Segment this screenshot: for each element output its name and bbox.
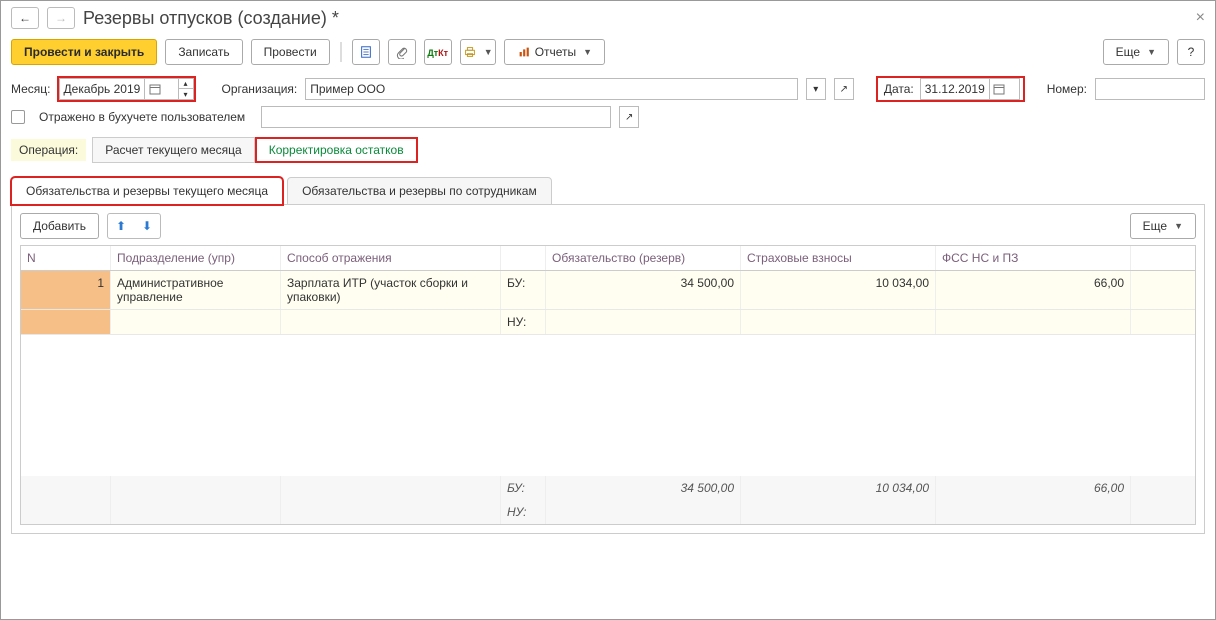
divider	[340, 42, 342, 62]
cell-n: 1	[21, 271, 111, 309]
cell-dept: Административное управление	[111, 271, 281, 309]
foot-insurance: 10 034,00	[741, 476, 936, 500]
more-button[interactable]: Еще▼	[1103, 39, 1169, 65]
nav-back-button[interactable]: ←	[11, 7, 39, 29]
month-label: Месяц:	[11, 82, 51, 96]
cell-insurance2	[741, 310, 936, 334]
caret-down-icon: ▼	[1147, 47, 1156, 57]
col-blank	[501, 246, 546, 270]
document-icon-button[interactable]	[352, 39, 380, 65]
post-button[interactable]: Провести	[251, 39, 330, 65]
caret-down-icon: ▼	[484, 47, 493, 57]
dtkt-icon: ДтКт	[427, 45, 448, 59]
org-input[interactable]: Пример ООО	[305, 78, 798, 100]
spinner-up-icon[interactable]: ▴	[179, 79, 193, 89]
number-label: Номер:	[1047, 82, 1087, 96]
org-open-button[interactable]: ↗	[834, 78, 854, 100]
col-insurance[interactable]: Страховые взносы	[741, 246, 936, 270]
save-button[interactable]: Записать	[165, 39, 242, 65]
document-icon	[359, 45, 373, 59]
spinner-down-icon[interactable]: ▾	[179, 89, 193, 99]
cell-bu-label: БУ:	[501, 271, 546, 309]
table-row[interactable]: НУ:	[21, 310, 1195, 335]
cell-fss: 66,00	[936, 271, 1131, 309]
print-dropdown-button[interactable]: ▼	[460, 39, 496, 65]
number-input[interactable]	[1095, 78, 1205, 100]
cell-liability: 34 500,00	[546, 271, 741, 309]
foot-liability: 34 500,00	[546, 476, 741, 500]
reflected-input[interactable]	[261, 106, 611, 128]
post-and-close-button[interactable]: Провести и закрыть	[11, 39, 157, 65]
date-field-wrap: Дата: 31.12.2019	[878, 78, 1023, 100]
month-field-wrap: Декабрь 2019 ▴ ▾	[59, 78, 194, 100]
cell-method2	[281, 310, 501, 334]
foot-liability-nu	[546, 500, 741, 524]
calendar-icon[interactable]	[144, 79, 164, 99]
paperclip-icon	[395, 45, 409, 59]
reflected-open-button[interactable]: ↗	[619, 106, 639, 128]
tab-by-employees[interactable]: Обязательства и резервы по сотрудникам	[287, 177, 552, 205]
move-up-button[interactable]: ⬆	[109, 215, 133, 237]
cell-n2	[21, 310, 111, 334]
col-n[interactable]: N	[21, 246, 111, 270]
org-dropdown-button[interactable]: ▾	[806, 78, 826, 100]
cell-nu-label: НУ:	[501, 310, 546, 334]
print-icon	[463, 45, 477, 59]
dtkt-button[interactable]: ДтКт	[424, 39, 452, 65]
help-button[interactable]: ?	[1177, 39, 1205, 65]
cell-fss2	[936, 310, 1131, 334]
foot-fss: 66,00	[936, 476, 1131, 500]
grid-more-button[interactable]: Еще▼	[1130, 213, 1196, 239]
reflected-label: Отражено в бухучете пользователем	[39, 110, 245, 124]
op-correct-button[interactable]: Корректировка остатков	[255, 137, 418, 163]
move-down-button[interactable]: ⬇	[135, 215, 159, 237]
month-value: Декабрь 2019	[64, 82, 141, 96]
attach-button[interactable]	[388, 39, 416, 65]
month-input[interactable]: Декабрь 2019	[59, 78, 179, 100]
date-label: Дата:	[884, 82, 914, 96]
close-icon[interactable]: ×	[1196, 9, 1205, 27]
reflected-checkbox[interactable]	[11, 110, 25, 124]
nav-forward-button[interactable]: →	[47, 7, 75, 29]
cell-dept2	[111, 310, 281, 334]
reports-label: Отчеты	[535, 45, 576, 59]
grid-footer-bu: БУ: 34 500,00 10 034,00 66,00	[21, 476, 1195, 500]
move-buttons-group: ⬆ ⬇	[107, 213, 161, 239]
foot-insurance-nu	[741, 500, 936, 524]
caret-down-icon: ▼	[1174, 221, 1183, 231]
op-calc-button[interactable]: Расчет текущего месяца	[92, 137, 254, 163]
calendar-icon[interactable]	[989, 79, 1009, 99]
table-row[interactable]: 1 Административное управление Зарплата И…	[21, 271, 1195, 310]
col-dept[interactable]: Подразделение (упр)	[111, 246, 281, 270]
caret-down-icon: ▼	[583, 47, 592, 57]
date-value: 31.12.2019	[925, 82, 985, 96]
foot-bu-label: БУ:	[501, 476, 546, 500]
grid-header: N Подразделение (упр) Способ отражения О…	[21, 246, 1195, 271]
chart-icon	[517, 45, 531, 59]
foot-nu-label: НУ:	[501, 500, 546, 524]
foot-fss-nu	[936, 500, 1131, 524]
col-fss[interactable]: ФСС НС и ПЗ	[936, 246, 1131, 270]
month-spinner[interactable]: ▴ ▾	[179, 78, 194, 100]
org-label: Организация:	[222, 82, 298, 96]
cell-liability2	[546, 310, 741, 334]
col-method[interactable]: Способ отражения	[281, 246, 501, 270]
reports-dropdown-button[interactable]: Отчеты ▼	[504, 39, 605, 65]
date-input[interactable]: 31.12.2019	[920, 78, 1020, 100]
tab-current-month[interactable]: Обязательства и резервы текущего месяца	[11, 177, 283, 205]
add-button[interactable]: Добавить	[20, 213, 99, 239]
cell-method: Зарплата ИТР (участок сборки и упаковки)	[281, 271, 501, 309]
operation-label: Операция:	[11, 139, 86, 161]
org-value: Пример ООО	[310, 82, 793, 96]
col-liability[interactable]: Обязательство (резерв)	[546, 246, 741, 270]
page-title: Резервы отпусков (создание) *	[83, 8, 339, 29]
cell-insurance: 10 034,00	[741, 271, 936, 309]
grid-footer-nu: НУ:	[21, 500, 1195, 524]
